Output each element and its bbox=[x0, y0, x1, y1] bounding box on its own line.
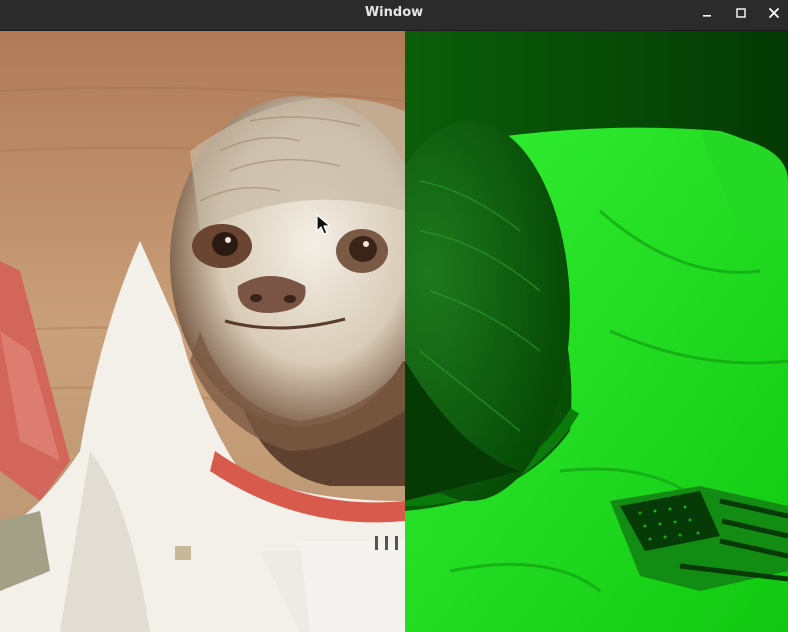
close-icon bbox=[769, 8, 779, 18]
sloth-astronaut-image bbox=[0, 31, 788, 632]
close-button[interactable] bbox=[763, 3, 785, 23]
arrow-pointer-icon bbox=[316, 214, 332, 236]
maximize-icon bbox=[736, 8, 746, 18]
green-filter-half bbox=[405, 31, 788, 632]
maximize-button[interactable] bbox=[730, 3, 752, 23]
original-half bbox=[0, 31, 405, 632]
image-canvas[interactable] bbox=[0, 31, 788, 632]
window-title: Window bbox=[364, 5, 424, 20]
title-bar[interactable]: Window bbox=[0, 0, 788, 31]
minimize-icon bbox=[702, 8, 712, 18]
minimize-button[interactable] bbox=[696, 3, 718, 23]
app-window: Window bbox=[0, 0, 788, 632]
